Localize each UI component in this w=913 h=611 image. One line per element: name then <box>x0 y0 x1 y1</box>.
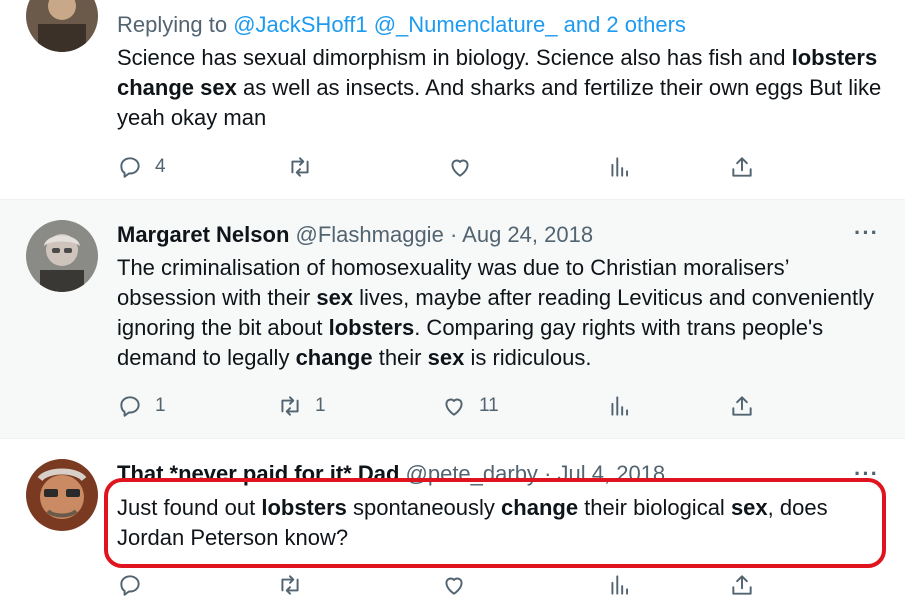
tweet-text: The criminalisation of homosexuality was… <box>117 253 887 373</box>
display-name[interactable]: Margaret Nelson <box>117 222 289 247</box>
retweet-icon <box>277 572 303 598</box>
like-button[interactable]: 11 <box>441 391 499 421</box>
reply-button[interactable] <box>117 570 155 600</box>
views-button[interactable] <box>607 391 645 421</box>
avatar[interactable] <box>26 0 98 52</box>
action-bar: 1 1 11 <box>117 391 757 421</box>
replying-prefix: Replying to <box>117 12 234 37</box>
reply-button[interactable]: 4 <box>117 152 166 182</box>
retweet-button[interactable] <box>277 570 315 600</box>
reply-icon <box>117 572 143 598</box>
share-button[interactable] <box>729 570 755 600</box>
tweet-text: Science has sexual dimorphism in biology… <box>117 43 887 133</box>
user-handle[interactable]: @Flashmaggie <box>296 222 444 247</box>
share-button[interactable] <box>729 152 755 182</box>
like-count: 11 <box>479 395 499 416</box>
share-button[interactable] <box>729 391 755 421</box>
retweet-button[interactable] <box>287 152 325 182</box>
retweet-icon <box>277 393 303 419</box>
views-button[interactable] <box>607 570 645 600</box>
views-icon <box>607 154 633 180</box>
text-segment: their <box>372 345 428 370</box>
highlighted-term: lobsters <box>328 315 415 340</box>
share-icon <box>729 393 755 419</box>
reply-icon <box>117 154 143 180</box>
avatar[interactable] <box>26 220 98 292</box>
avatar-image <box>26 459 98 531</box>
tweet-0[interactable]: Replying to @JackSHoff1 @_Numenclature_ … <box>0 0 905 200</box>
like-icon <box>441 572 467 598</box>
action-bar <box>117 570 757 600</box>
retweet-button[interactable]: 1 <box>277 391 326 421</box>
tweet-header: Margaret Nelson @Flashmaggie · Aug 24, 2… <box>117 222 593 248</box>
avatar-image <box>26 220 98 292</box>
share-icon <box>729 572 755 598</box>
replying-users-link[interactable]: @JackSHoff1 @_Numenclature_ and 2 others <box>233 12 686 37</box>
highlighted-term: sex <box>427 345 465 370</box>
separator-dot: · <box>449 222 458 247</box>
text-segment: Science has sexual dimorphism in biology… <box>117 45 792 70</box>
like-button[interactable] <box>441 570 479 600</box>
action-bar: 4 <box>117 152 757 182</box>
like-icon <box>447 154 473 180</box>
highlighted-term: sex <box>316 285 354 310</box>
avatar-image <box>26 0 98 52</box>
retweet-icon <box>287 154 313 180</box>
tweet-date[interactable]: Aug 24, 2018 <box>462 222 593 247</box>
like-icon <box>441 393 467 419</box>
reply-button[interactable]: 1 <box>117 391 166 421</box>
retweet-count: 1 <box>315 395 326 416</box>
annotation-highlight-box <box>104 478 886 568</box>
reply-count: 1 <box>155 395 166 416</box>
replying-to: Replying to @JackSHoff1 @_Numenclature_ … <box>117 12 686 38</box>
text-segment: is ridiculous. <box>464 345 592 370</box>
reply-count: 4 <box>155 156 166 177</box>
highlighted-term: change <box>295 345 373 370</box>
avatar[interactable] <box>26 459 98 531</box>
more-icon[interactable]: ··· <box>854 220 879 246</box>
views-button[interactable] <box>607 152 645 182</box>
like-button[interactable] <box>447 152 485 182</box>
views-icon <box>607 393 633 419</box>
share-icon <box>729 154 755 180</box>
views-icon <box>607 572 633 598</box>
reply-icon <box>117 393 143 419</box>
tweet-1[interactable]: Margaret Nelson @Flashmaggie · Aug 24, 2… <box>0 200 905 439</box>
